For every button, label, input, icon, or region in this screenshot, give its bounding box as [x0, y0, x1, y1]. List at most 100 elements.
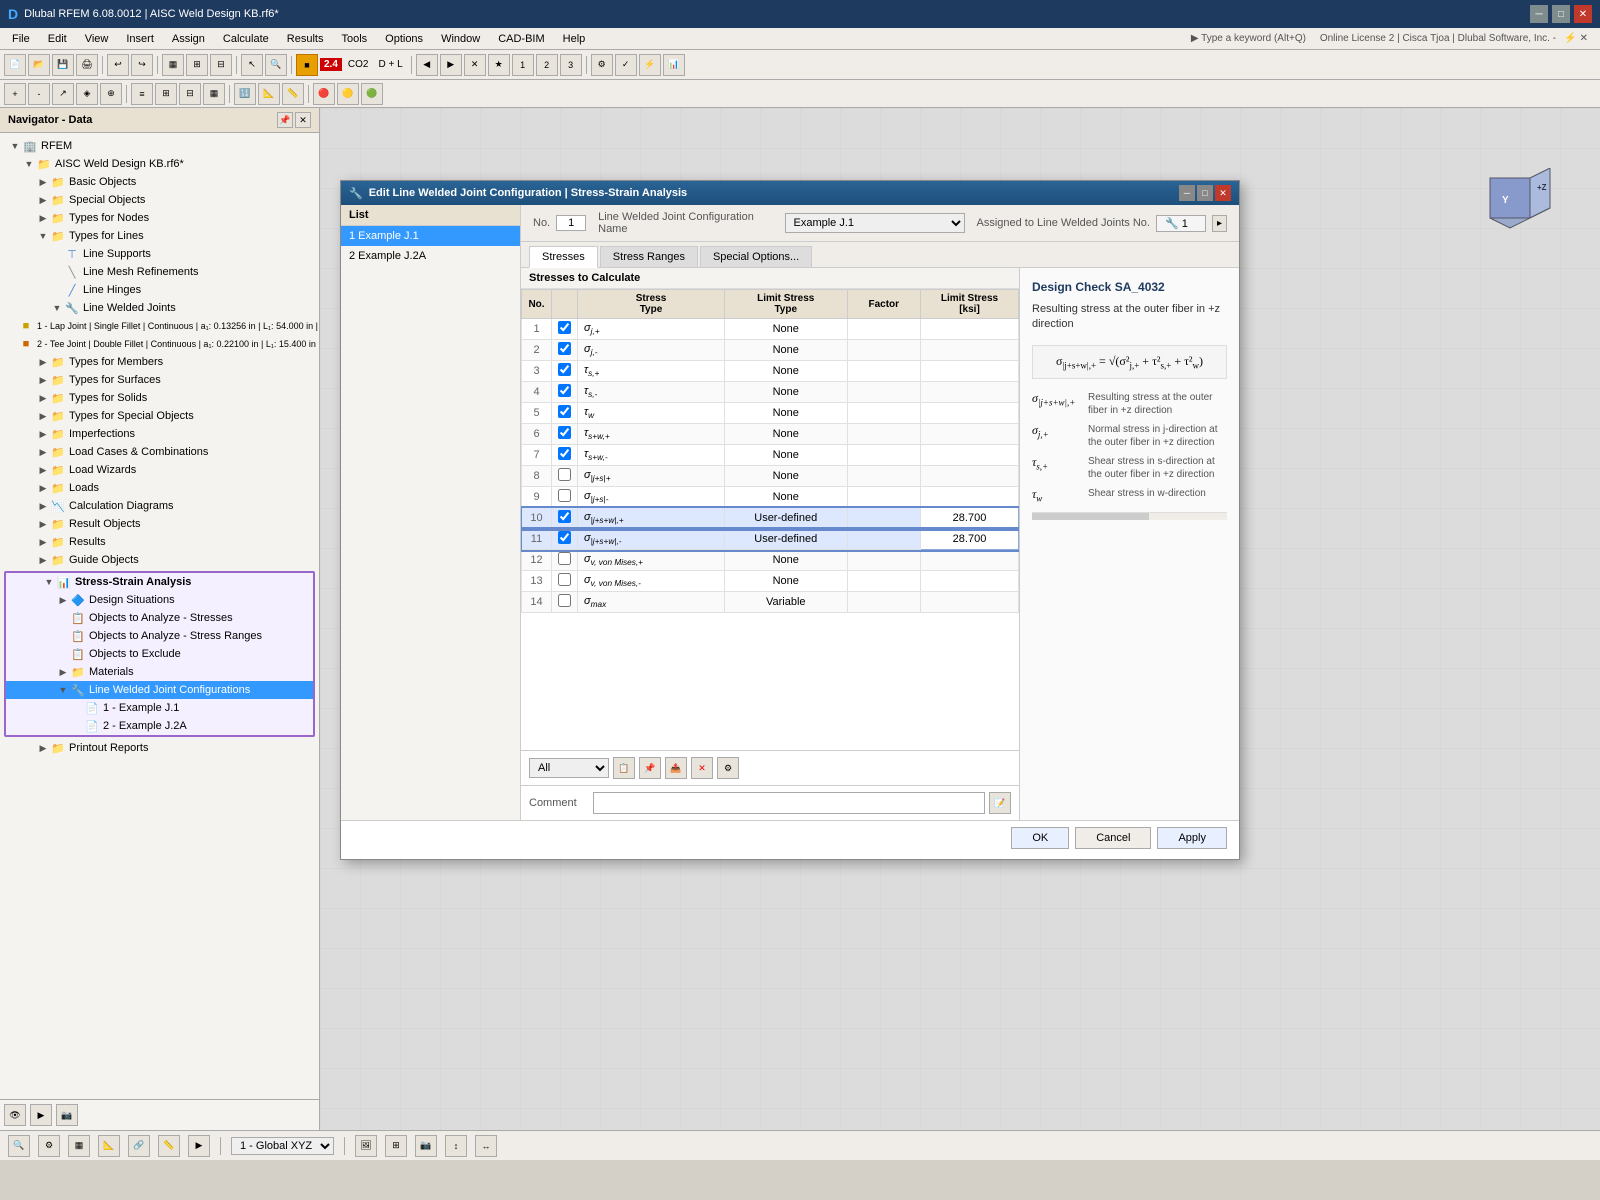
tree-types-solids[interactable]: ▶ 📁 Types for Solids — [0, 389, 319, 407]
list-item-1[interactable]: 1 Example J.1 — [341, 226, 520, 246]
tree-load-cases[interactable]: ▶ 📁 Load Cases & Combinations — [0, 443, 319, 461]
nav-close-btn[interactable]: ✕ — [295, 112, 311, 128]
status-grid[interactable]: ▦ — [68, 1135, 90, 1157]
row11-limit[interactable] — [940, 533, 1000, 545]
delete-btn[interactable]: ✕ — [691, 757, 713, 779]
view1-btn[interactable]: ▦ — [162, 54, 184, 76]
tb-extra1[interactable]: ◀ — [416, 54, 438, 76]
menu-help[interactable]: Help — [555, 31, 594, 47]
row10-limit[interactable] — [940, 512, 1000, 524]
status-play[interactable]: ▶ — [188, 1135, 210, 1157]
tb2-15[interactable]: 🟢 — [361, 83, 383, 105]
tree-rfem[interactable]: ▼ 🏢 RFEM — [0, 137, 319, 155]
apply-button[interactable]: Apply — [1157, 827, 1227, 849]
table-row[interactable]: 13 σv, von Mises,- None — [522, 571, 1019, 592]
tb-check[interactable]: ✓ — [615, 54, 637, 76]
orientation-cube[interactable]: Y +Z — [1480, 168, 1560, 248]
comment-input[interactable] — [593, 792, 985, 814]
tree-types-members[interactable]: ▶ 📁 Types for Members — [0, 353, 319, 371]
table-row[interactable]: 5 τw None — [522, 403, 1019, 424]
tb2-4[interactable]: ◈ — [76, 83, 98, 105]
open-btn[interactable]: 📂 — [28, 54, 50, 76]
tb2-11[interactable]: 📐 — [258, 83, 280, 105]
comment-btn[interactable]: 📝 — [989, 792, 1011, 814]
nav-play-btn[interactable]: ▶ — [30, 1104, 52, 1126]
status-snap[interactable]: 🔗 — [128, 1135, 150, 1157]
status-view2[interactable]: ⊞ — [385, 1135, 407, 1157]
tree-line-hinges[interactable]: ╱ Line Hinges — [0, 281, 319, 299]
menu-insert[interactable]: Insert — [118, 31, 162, 47]
tb2-1[interactable]: + — [4, 83, 26, 105]
tb-extra4[interactable]: ★ — [488, 54, 510, 76]
redo-btn[interactable]: ↪ — [131, 54, 153, 76]
tb-extra2[interactable]: ▶ — [440, 54, 462, 76]
menu-cad-bim[interactable]: CAD-BIM — [490, 31, 552, 47]
table-row[interactable]: 8 σ|j+s|+ None — [522, 466, 1019, 487]
table-row[interactable]: 2 σj,- None — [522, 340, 1019, 361]
tree-line-supports[interactable]: ⊤ Line Supports — [0, 245, 319, 263]
tree-types-lines[interactable]: ▼ 📁 Types for Lines — [0, 227, 319, 245]
table-row[interactable]: 4 τs,- None — [522, 382, 1019, 403]
menu-edit[interactable]: Edit — [40, 31, 75, 47]
color1-btn[interactable]: ■ — [296, 54, 318, 76]
view3-btn[interactable]: ⊟ — [210, 54, 232, 76]
ssa-expand[interactable]: ▼ — [42, 575, 56, 589]
save-btn[interactable]: 💾 — [52, 54, 74, 76]
table-row[interactable]: 6 τs+w,+ None — [522, 424, 1019, 445]
tb2-8[interactable]: ⊟ — [179, 83, 201, 105]
tb2-7[interactable]: ⊞ — [155, 83, 177, 105]
tree-calc-diagrams[interactable]: ▶ 📉 Calculation Diagrams — [0, 497, 319, 515]
special-expand[interactable]: ▶ — [36, 193, 50, 207]
tree-guide-objects[interactable]: ▶ 📁 Guide Objects — [0, 551, 319, 569]
nav-camera-btn[interactable]: 📷 — [56, 1104, 78, 1126]
table-row[interactable]: 11 σ|j+s+w|,- User-defined — [522, 529, 1019, 550]
config-name-select[interactable]: Example J.1 Example J.2A — [785, 213, 965, 233]
tree-objects-exclude[interactable]: 📋 Objects to Exclude — [6, 645, 313, 663]
lines-expand[interactable]: ▼ — [36, 229, 50, 243]
menu-results[interactable]: Results — [279, 31, 332, 47]
tree-imperfections[interactable]: ▶ 📁 Imperfections — [0, 425, 319, 443]
lwc-expand[interactable]: ▼ — [56, 683, 70, 697]
tb-extra5[interactable]: 1 — [512, 54, 534, 76]
table-row[interactable]: 7 τs+w,- None — [522, 445, 1019, 466]
tb-extra6[interactable]: 2 — [536, 54, 558, 76]
tree-objects-stress-ranges[interactable]: 📋 Objects to Analyze - Stress Ranges — [6, 627, 313, 645]
filter-dropdown[interactable]: All — [529, 758, 609, 778]
dialog-minimize[interactable]: ─ — [1179, 185, 1195, 201]
tree-load-wizards[interactable]: ▶ 📁 Load Wizards — [0, 461, 319, 479]
status-search[interactable]: 🔍 — [8, 1135, 30, 1157]
nav-pin-btn[interactable]: 📌 — [277, 112, 293, 128]
tb2-9[interactable]: ▦ — [203, 83, 225, 105]
tb2-10[interactable]: 🔢 — [234, 83, 256, 105]
tree-design-situations[interactable]: ▶ 🔷 Design Situations — [6, 591, 313, 609]
tree-types-special[interactable]: ▶ 📁 Types for Special Objects — [0, 407, 319, 425]
stresses-table[interactable]: No. StressType Limit StressType Factor L… — [521, 289, 1019, 750]
tree-config-2[interactable]: 📄 2 - Example J.2A — [6, 717, 313, 735]
tb-extra3[interactable]: ✕ — [464, 54, 486, 76]
status-view1[interactable]: 🖼 — [355, 1135, 377, 1157]
menu-window[interactable]: Window — [433, 31, 488, 47]
menu-options[interactable]: Options — [377, 31, 431, 47]
table-row[interactable]: 10 σ|j+s+w|,+ User-defined — [522, 508, 1019, 529]
view2-btn[interactable]: ⊞ — [186, 54, 208, 76]
tb2-12[interactable]: 📏 — [282, 83, 304, 105]
status-view3[interactable]: 📷 — [415, 1135, 437, 1157]
lwj-expand[interactable]: ▼ — [50, 301, 64, 315]
table-row[interactable]: 12 σv, von Mises,+ None — [522, 550, 1019, 571]
tree-materials[interactable]: ▶ 📁 Materials — [6, 663, 313, 681]
tb2-2[interactable]: - — [28, 83, 50, 105]
tb-results[interactable]: 📊 — [663, 54, 685, 76]
tb2-13[interactable]: 🔴 — [313, 83, 335, 105]
nav-view-btn[interactable]: 👁 — [4, 1104, 26, 1126]
basic-expand[interactable]: ▶ — [36, 175, 50, 189]
paste-btn[interactable]: 📌 — [639, 757, 661, 779]
tree-lw-joints[interactable]: ▼ 🔧 Line Welded Joints — [0, 299, 319, 317]
export-btn[interactable]: 📤 — [665, 757, 687, 779]
undo-btn[interactable]: ↩ — [107, 54, 129, 76]
select-btn[interactable]: ↖ — [241, 54, 263, 76]
cancel-button[interactable]: Cancel — [1075, 827, 1151, 849]
tb2-3[interactable]: ↗ — [52, 83, 74, 105]
tree-printout[interactable]: ▶ 📁 Printout Reports — [0, 739, 319, 757]
dc-scrollbar[interactable] — [1032, 512, 1227, 520]
tree-project[interactable]: ▼ 📁 AISC Weld Design KB.rf6* — [0, 155, 319, 173]
